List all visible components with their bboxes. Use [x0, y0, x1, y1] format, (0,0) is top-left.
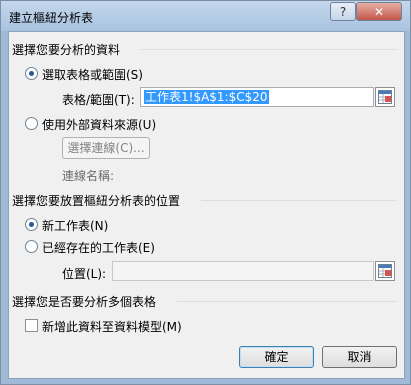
close-button[interactable]: ✕ — [356, 2, 402, 21]
section-heading-data: 選擇您要分析的資料 — [12, 43, 121, 57]
table-range-input[interactable]: 工作表1!$A$1:$C$20 — [140, 87, 374, 107]
add-to-data-model-label[interactable]: 新增此資料至資料模型(M) — [42, 318, 182, 335]
option-new-worksheet-label[interactable]: 新工作表(N) — [42, 217, 108, 234]
title-bar: 建立樞紐分析表 ? ✕ — [1, 1, 410, 31]
help-button[interactable]: ? — [330, 2, 356, 21]
divider — [141, 49, 397, 50]
radio-external-source[interactable] — [25, 117, 38, 130]
range-selector-button[interactable] — [375, 87, 395, 107]
radio-existing-worksheet[interactable] — [25, 240, 38, 253]
radio-new-worksheet[interactable] — [25, 218, 38, 231]
divider — [177, 301, 397, 302]
dialog-title: 建立樞紐分析表 — [9, 11, 94, 25]
cancel-button[interactable]: 取消 — [322, 346, 397, 368]
choose-connection-button[interactable]: 選擇連線(C)... — [62, 137, 150, 159]
option-select-range-label[interactable]: 選取表格或範圍(S) — [42, 66, 143, 83]
location-input[interactable] — [112, 261, 374, 281]
section-heading-multiple-tables: 選擇您是否要分析多個表格 — [12, 295, 157, 309]
pivot-table-dialog: 建立樞紐分析表 ? ✕ 選擇您要分析的資料 選取表格或範圍(S) 表格/範圍(T… — [0, 0, 411, 385]
collapse-dialog-icon — [378, 264, 392, 278]
location-label: 位置(L): — [62, 267, 107, 281]
connection-name-label: 連線名稱: — [62, 169, 115, 183]
section-heading-location: 選擇您要放置樞紐分析表的位置 — [12, 194, 181, 208]
table-range-label: 表格/範圍(T): — [62, 93, 135, 107]
radio-select-range[interactable] — [25, 67, 38, 80]
divider — [201, 200, 397, 201]
option-external-source-label[interactable]: 使用外部資料來源(U) — [42, 116, 156, 133]
dialog-body: 選擇您要分析的資料 選取表格或範圍(S) 表格/範圍(T): 工作表1!$A$1… — [8, 31, 405, 379]
collapse-dialog-icon — [378, 90, 392, 104]
add-to-data-model-checkbox[interactable] — [25, 319, 38, 332]
table-range-value: 工作表1!$A$1:$C$20 — [144, 90, 269, 104]
option-existing-worksheet-label[interactable]: 已經存在的工作表(E) — [42, 239, 155, 256]
ok-button[interactable]: 確定 — [239, 346, 314, 368]
location-selector-button[interactable] — [375, 261, 395, 281]
